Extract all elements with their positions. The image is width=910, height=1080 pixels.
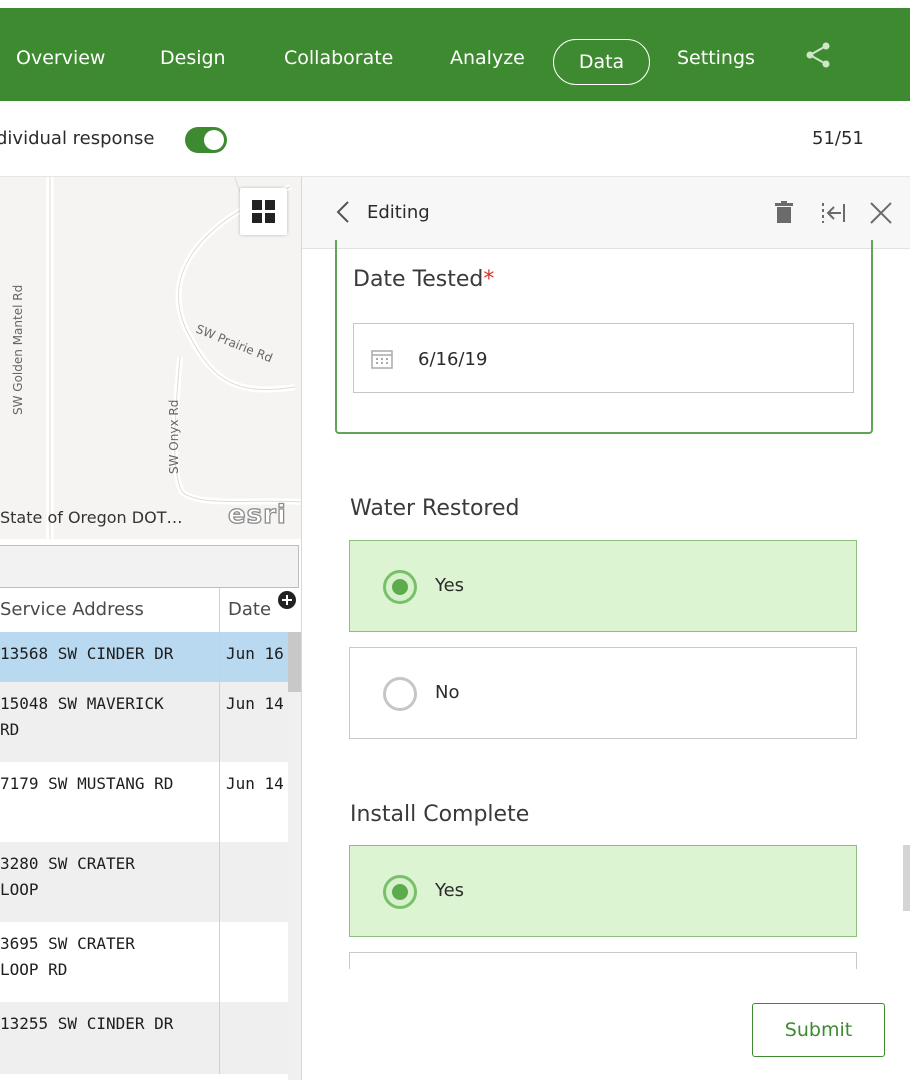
- radio-button[interactable]: [383, 875, 417, 909]
- calendar-icon[interactable]: [371, 349, 393, 369]
- option-label: Yes: [435, 880, 465, 901]
- cell-date: [221, 842, 288, 922]
- individual-response-label: dividual response: [0, 128, 155, 149]
- water-restored-option-yes[interactable]: Yes: [349, 540, 857, 632]
- tab-data[interactable]: Data: [553, 39, 650, 85]
- road-label-golden-mantel: SW Golden Mantel Rd: [11, 285, 25, 415]
- table-filter-bar[interactable]: [0, 545, 299, 588]
- water-restored-option-no[interactable]: No: [349, 647, 857, 739]
- individual-response-toggle[interactable]: [185, 127, 227, 153]
- date-tested-value: 6/16/19: [418, 349, 488, 370]
- cell-date: Jun 14: [226, 774, 284, 793]
- column-header-address[interactable]: Service Address: [0, 588, 220, 632]
- trash-icon[interactable]: [775, 201, 793, 223]
- toggle-knob: [204, 130, 224, 150]
- road-label-onyx: SW Onyx Rd: [167, 400, 181, 474]
- table-scrollbar[interactable]: [288, 632, 301, 1080]
- chevron-left-icon[interactable]: [336, 200, 350, 224]
- cell-date: Jun 14: [226, 694, 284, 713]
- esri-logo: esri: [227, 499, 287, 530]
- tab-design[interactable]: Design: [160, 47, 226, 69]
- tab-analyze[interactable]: Analyze: [450, 47, 525, 69]
- tab-overview[interactable]: Overview: [16, 47, 105, 69]
- cell-date: [221, 1002, 288, 1074]
- submit-button[interactable]: Submit: [752, 1003, 885, 1057]
- table-row[interactable]: 3280 SW CRATER LOOP: [0, 842, 288, 922]
- record-counter: 51/51: [812, 128, 864, 149]
- panel-divider: [301, 177, 302, 1080]
- tab-collaborate[interactable]: Collaborate: [284, 47, 393, 69]
- cell-date: Jun 16: [226, 644, 284, 663]
- cell-address: 13568 SW CINDER DR: [0, 632, 220, 682]
- install-complete-option-yes[interactable]: Yes: [349, 845, 857, 937]
- question-label-install-complete: Install Complete: [350, 802, 530, 827]
- basemap-gallery-button[interactable]: [240, 188, 287, 235]
- table-row[interactable]: 13568 SW CINDER DR Jun 16: [0, 632, 288, 682]
- cell-address: 3280 SW CRATER LOOP: [0, 842, 220, 922]
- required-marker: *: [483, 267, 495, 292]
- table-row[interactable]: 13255 SW CINDER DR: [0, 1002, 288, 1074]
- cell-address: 15048 SW MAVERICK RD: [0, 682, 220, 762]
- install-complete-option-no-partial[interactable]: [349, 952, 857, 969]
- table-row[interactable]: 15048 SW MAVERICK RD Jun 14: [0, 682, 288, 762]
- add-column-icon[interactable]: [278, 591, 296, 609]
- share-icon[interactable]: [805, 42, 831, 68]
- question-label-water-restored: Water Restored: [350, 496, 520, 521]
- cell-address: 3695 SW CRATER LOOP RD: [0, 922, 220, 1002]
- tab-settings[interactable]: Settings: [677, 47, 755, 69]
- responses-table: Service Address Date 13568 SW CINDER DR …: [0, 588, 301, 1080]
- option-label: Yes: [435, 575, 465, 596]
- date-tested-input[interactable]: 6/16/19: [353, 323, 854, 393]
- cell-address: 13255 SW CINDER DR: [0, 1002, 220, 1074]
- cell-address: 7179 SW MUSTANG RD: [0, 762, 220, 842]
- form-scrollbar[interactable]: [903, 845, 910, 911]
- cell-date: [221, 922, 288, 1002]
- table-scroll-thumb[interactable]: [288, 632, 301, 692]
- editing-title: Editing: [367, 202, 430, 223]
- radio-button[interactable]: [383, 570, 417, 604]
- dock-panel-icon[interactable]: [819, 202, 847, 224]
- table-row[interactable]: 3695 SW CRATER LOOP RD: [0, 922, 288, 1002]
- table-row[interactable]: 7179 SW MUSTANG RD Jun 14: [0, 762, 288, 842]
- option-label: No: [435, 682, 460, 703]
- top-nav-bar: Overview Design Collaborate Analyze Data…: [0, 8, 910, 101]
- close-icon[interactable]: [869, 201, 893, 225]
- radio-button[interactable]: [383, 677, 417, 711]
- map-attribution[interactable]: State of Oregon DOT…: [0, 508, 182, 527]
- question-label-date-tested: Date Tested*: [353, 267, 495, 292]
